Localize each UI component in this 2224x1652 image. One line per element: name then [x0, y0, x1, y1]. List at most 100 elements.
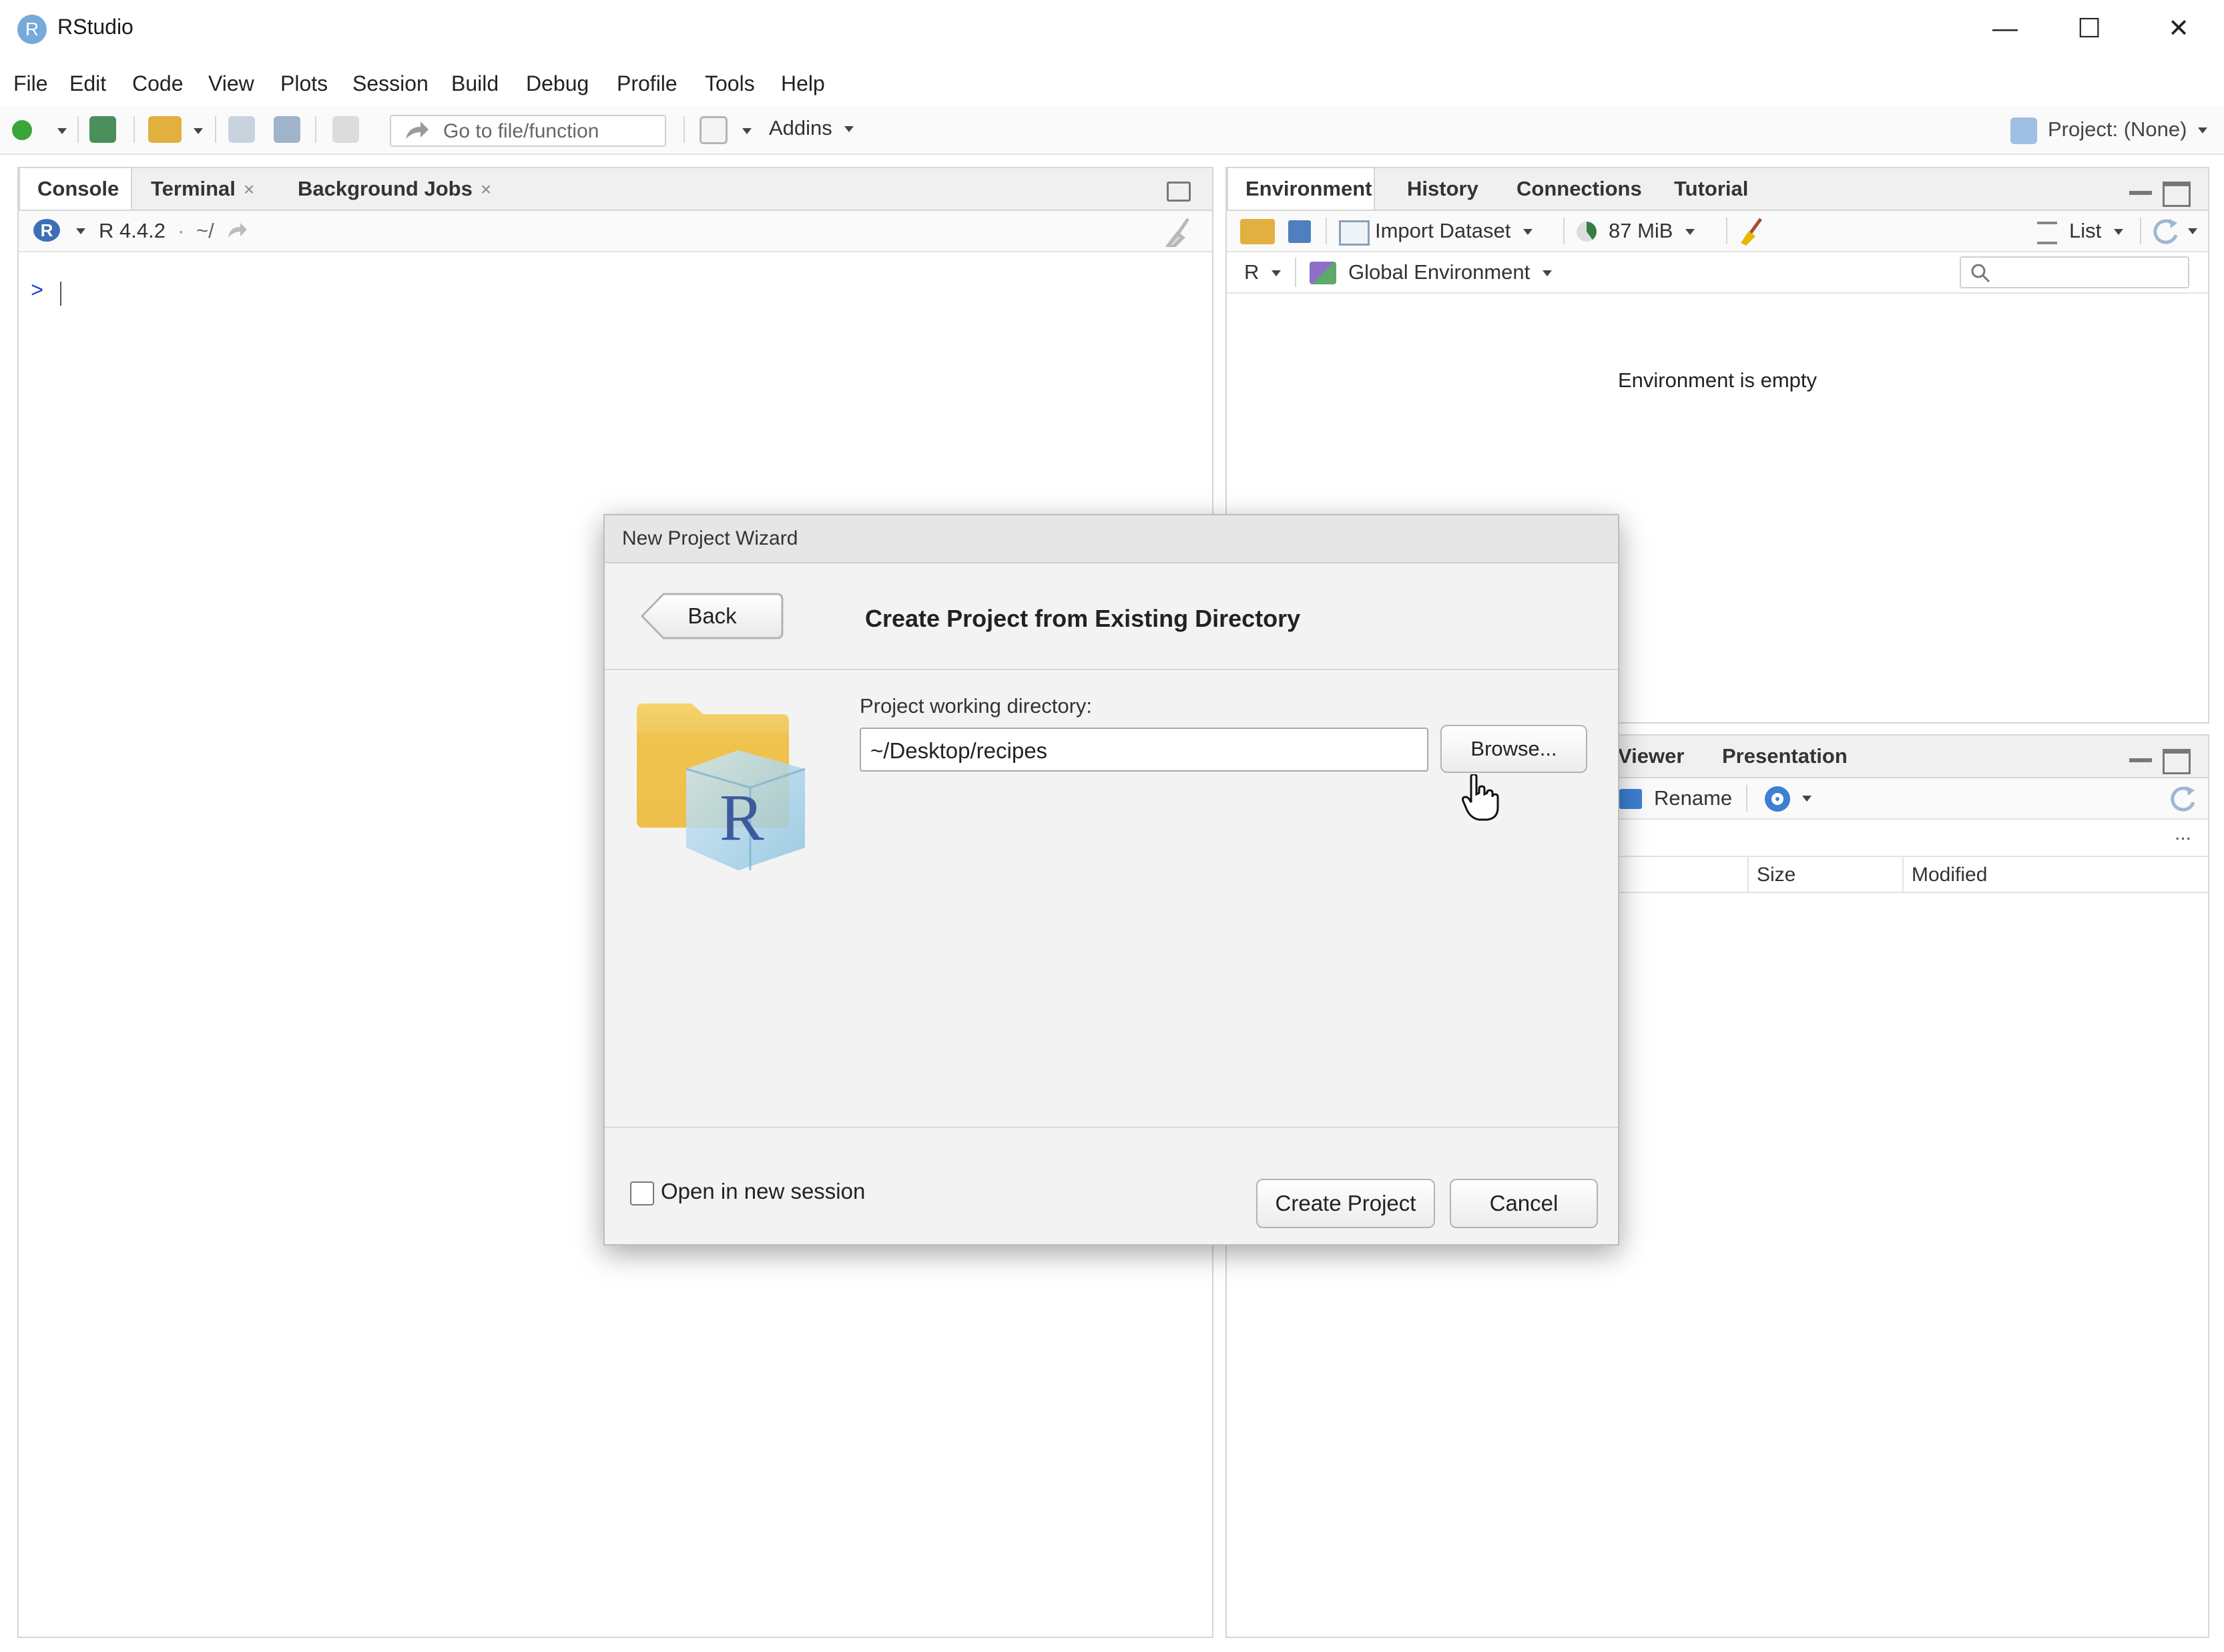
- menu-profile[interactable]: Profile: [617, 67, 677, 100]
- chevron-down-icon: [2113, 229, 2123, 236]
- project-label: Project: (None): [2048, 117, 2187, 141]
- path-separator: ·: [178, 219, 185, 242]
- menu-edit[interactable]: Edit: [69, 67, 106, 100]
- gear-icon[interactable]: [1765, 786, 1790, 812]
- language-selector[interactable]: R: [1244, 260, 1282, 284]
- menu-code[interactable]: Code: [132, 67, 184, 100]
- maximize-button[interactable]: ☐: [2069, 11, 2109, 47]
- rename-button[interactable]: Rename: [1654, 786, 1732, 810]
- column-size[interactable]: Size: [1757, 864, 1795, 886]
- tab-background-jobs[interactable]: Background Jobs ×: [298, 168, 491, 210]
- project-icon: [2010, 117, 2037, 144]
- minimize-pane-icon[interactable]: [2129, 758, 2152, 762]
- chevron-down-icon: [844, 126, 854, 133]
- print-icon[interactable]: [332, 116, 359, 143]
- addins-menu[interactable]: Addins: [769, 116, 854, 140]
- project-menu[interactable]: Project: (None): [2048, 117, 2208, 142]
- toolbar-divider: [77, 116, 79, 143]
- minimize-button[interactable]: —: [1985, 11, 2025, 47]
- go-to-directory-icon[interactable]: [226, 222, 248, 240]
- open-new-session-checkbox[interactable]: [630, 1181, 654, 1205]
- addins-label: Addins: [769, 116, 832, 140]
- grid-layout-icon[interactable]: [700, 116, 728, 144]
- toolbar-divider: [1326, 218, 1327, 244]
- environment-search-input[interactable]: [1960, 256, 2189, 288]
- tab-terminal[interactable]: Terminal ×: [151, 168, 254, 210]
- toolbar-divider: [215, 116, 216, 143]
- refresh-icon[interactable]: [2169, 785, 2199, 812]
- close-icon[interactable]: ×: [481, 179, 491, 200]
- toolbar-divider: [683, 116, 685, 143]
- tab-history-label: History: [1407, 177, 1478, 200]
- tab-tutorial-label: Tutorial: [1674, 177, 1749, 200]
- save-workspace-icon[interactable]: [1288, 220, 1311, 243]
- window-title: RStudio: [57, 15, 133, 39]
- tab-tutorial[interactable]: Tutorial: [1674, 168, 1748, 210]
- cancel-button[interactable]: Cancel: [1450, 1179, 1598, 1228]
- chevron-down-icon[interactable]: [57, 128, 67, 134]
- column-modified[interactable]: Modified: [1912, 864, 1987, 886]
- tab-environment[interactable]: Environment: [1227, 168, 1375, 210]
- save-all-icon[interactable]: [274, 116, 300, 143]
- menu-file[interactable]: File: [13, 67, 48, 100]
- tab-presentation[interactable]: Presentation: [1722, 736, 1848, 777]
- memory-usage-menu[interactable]: 87 MiB: [1609, 219, 1695, 243]
- broom-clear-icon[interactable]: [1161, 216, 1197, 247]
- folder-r-icon: R: [637, 704, 806, 870]
- back-button[interactable]: Back: [641, 593, 784, 639]
- chevron-down-icon[interactable]: [2188, 228, 2197, 234]
- menu-build[interactable]: Build: [451, 67, 499, 100]
- minimize-pane-icon[interactable]: [2129, 191, 2152, 195]
- maximize-pane-icon[interactable]: [2163, 749, 2191, 774]
- chevron-down-icon[interactable]: [194, 128, 203, 134]
- tab-background-jobs-label: Background Jobs: [298, 177, 473, 200]
- environment-tabstrip: Environment History Connections Tutorial: [1227, 168, 2208, 211]
- maximize-pane-icon[interactable]: [2163, 182, 2191, 207]
- tab-connections[interactable]: Connections: [1516, 168, 1642, 210]
- new-project-icon[interactable]: [89, 116, 116, 143]
- load-workspace-icon[interactable]: [1240, 219, 1275, 244]
- menu-session[interactable]: Session: [352, 67, 429, 100]
- toolbar-divider: [1295, 258, 1296, 287]
- view-mode-menu[interactable]: List: [2069, 219, 2123, 243]
- tab-history[interactable]: History: [1407, 168, 1478, 210]
- chevron-down-icon[interactable]: [76, 228, 85, 234]
- chevron-down-icon: [1542, 270, 1552, 277]
- open-new-session-label[interactable]: Open in new session: [661, 1179, 865, 1204]
- chevron-down-icon[interactable]: [742, 128, 752, 134]
- rstudio-logo-icon: R: [17, 15, 47, 44]
- column-divider: [1902, 857, 1904, 892]
- tab-viewer[interactable]: Viewer: [1618, 736, 1684, 777]
- arrow-goto-icon: [406, 121, 429, 139]
- import-dataset-icon: [1339, 220, 1370, 246]
- close-window-button[interactable]: ✕: [2159, 11, 2199, 47]
- open-file-icon[interactable]: [148, 116, 182, 143]
- chevron-down-icon: [1272, 270, 1282, 277]
- close-icon[interactable]: ×: [244, 179, 254, 200]
- goto-file-function-input[interactable]: Go to file/function: [390, 115, 666, 147]
- tab-presentation-label: Presentation: [1722, 744, 1848, 768]
- tab-console[interactable]: Console: [19, 168, 132, 210]
- more-options-button[interactable]: ...: [2175, 822, 2191, 845]
- import-dataset-menu[interactable]: Import Dataset: [1375, 219, 1533, 243]
- save-icon[interactable]: [228, 116, 255, 143]
- working-directory-input[interactable]: ~/Desktop/recipes: [860, 728, 1428, 772]
- environment-scope-menu[interactable]: Global Environment: [1348, 260, 1552, 284]
- menu-view[interactable]: View: [208, 67, 254, 100]
- r-letter: R: [720, 780, 764, 854]
- browse-button[interactable]: Browse...: [1440, 725, 1587, 773]
- clear-environment-broom-icon[interactable]: [1735, 216, 1769, 246]
- new-file-icon[interactable]: [12, 120, 32, 140]
- refresh-icon[interactable]: [2152, 218, 2181, 244]
- goto-placeholder: Go to file/function: [443, 120, 599, 142]
- menu-help[interactable]: Help: [781, 67, 825, 100]
- environment-toolbar: Import Dataset 87 MiB List: [1227, 211, 2208, 252]
- column-divider: [1747, 857, 1749, 892]
- restore-pane-icon[interactable]: [1167, 182, 1191, 202]
- menu-plots[interactable]: Plots: [280, 67, 328, 100]
- menu-debug[interactable]: Debug: [526, 67, 589, 100]
- chevron-down-icon[interactable]: [1802, 796, 1812, 802]
- chevron-down-icon: [2198, 127, 2208, 134]
- create-project-button[interactable]: Create Project: [1256, 1179, 1435, 1228]
- menu-tools[interactable]: Tools: [705, 67, 755, 100]
